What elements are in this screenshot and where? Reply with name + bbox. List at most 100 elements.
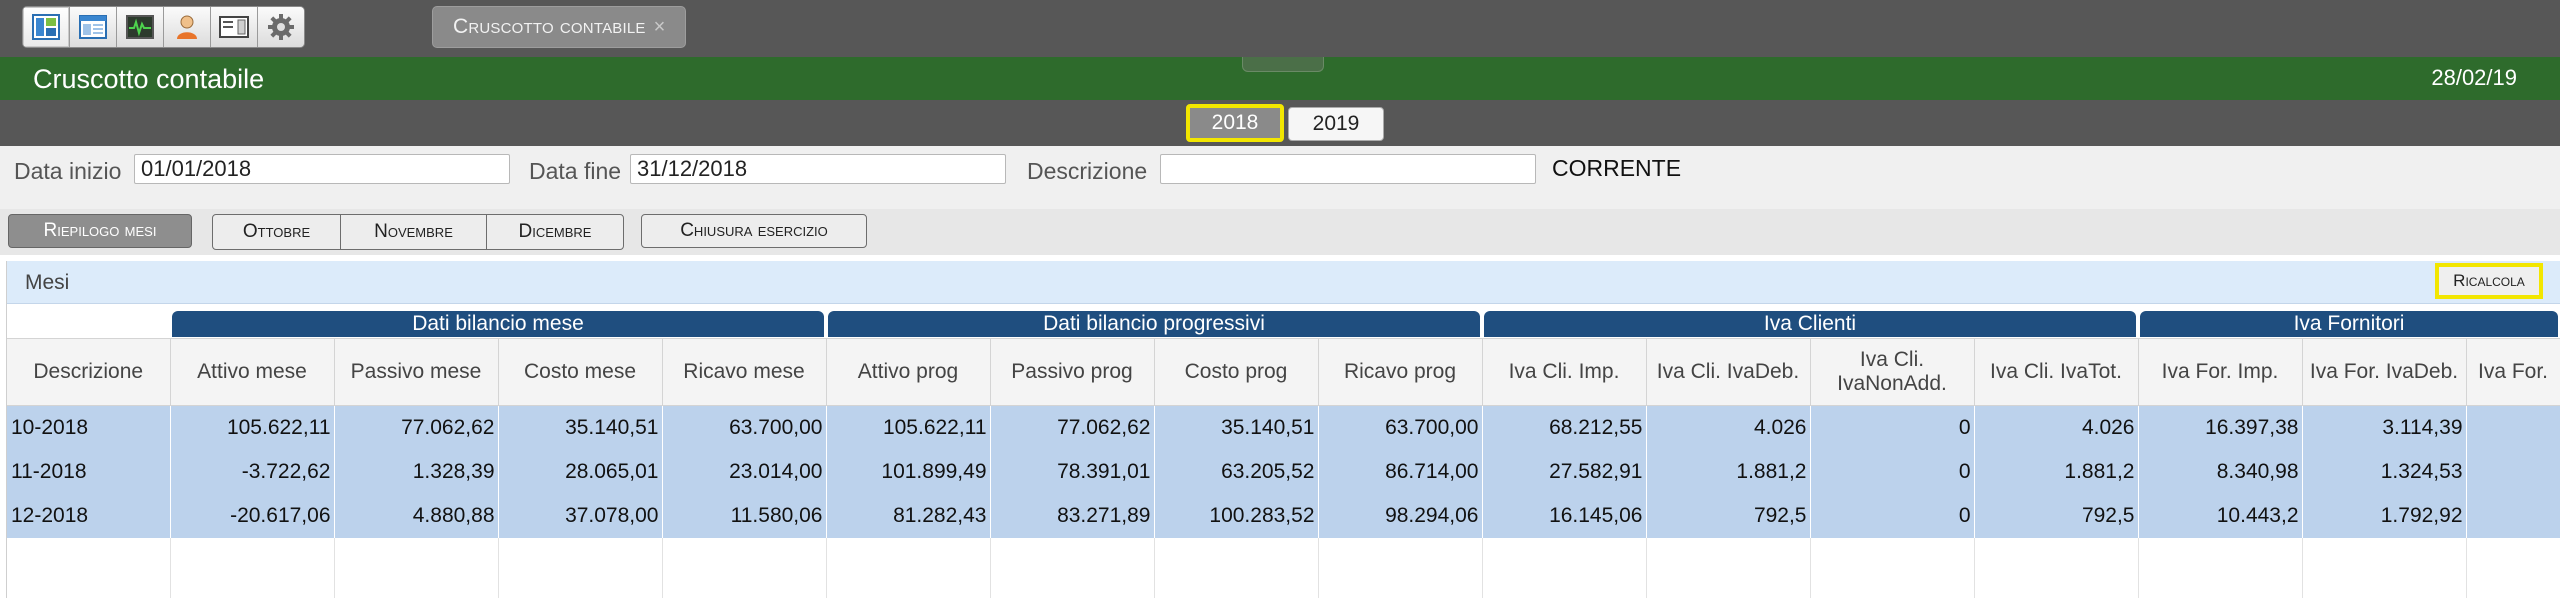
tab-chiusura-esercizio[interactable]: Chiusura esercizio: [641, 214, 867, 248]
column-header[interactable]: Passivo mese: [334, 338, 499, 406]
table-cell: 792,5: [1974, 494, 2139, 538]
tab-dicembre[interactable]: Dicembre: [487, 215, 623, 249]
layout-button[interactable]: [70, 7, 117, 47]
table-cell: 792,5: [1646, 494, 1811, 538]
column-header[interactable]: Costo mese: [498, 338, 663, 406]
column-group-row: Dati bilancio mese Dati bilancio progres…: [7, 310, 2560, 339]
column-header[interactable]: Iva Cli. IvaDeb.: [1646, 338, 1811, 406]
column-header[interactable]: Descrizione: [7, 338, 171, 406]
group-header-iva-fornitori: Iva Fornitori: [2138, 310, 2560, 339]
table-cell: 98.294,06: [1318, 494, 1483, 538]
data-inizio-label: Data inizio: [14, 158, 122, 184]
table-cell: [2466, 450, 2560, 494]
descrizione-field[interactable]: [1160, 154, 1536, 184]
column-header[interactable]: Iva Cli. Imp.: [1482, 338, 1647, 406]
card-icon: [219, 16, 249, 38]
monitor-icon: [126, 15, 154, 39]
table-cell: 1.881,2: [1646, 450, 1811, 494]
column-header[interactable]: Passivo prog: [990, 338, 1155, 406]
table-cell: 10.443,2: [2138, 494, 2303, 538]
column-header[interactable]: Iva Cli. IvaTot.: [1974, 338, 2139, 406]
group-spacer: [7, 310, 170, 339]
status-label: CORRENTE: [1552, 155, 1682, 181]
table-cell: 35.140,51: [498, 405, 663, 450]
table-cell: 16.145,06: [1482, 494, 1647, 538]
table-cell: 63.205,52: [1154, 450, 1319, 494]
tab-novembre[interactable]: Novembre: [341, 215, 487, 249]
column-header[interactable]: Ricavo mese: [662, 338, 827, 406]
column-header-row: Descrizione Attivo mese Passivo mese Cos…: [7, 338, 2560, 406]
table-cell: 35.140,51: [1154, 405, 1319, 450]
data-inizio-field[interactable]: 01/01/2018: [134, 154, 510, 184]
group-header-bilancio-progressivi: Dati bilancio progressivi: [826, 310, 1482, 339]
filter-row: Data inizio 01/01/2018 Data fine 31/12/2…: [0, 146, 2560, 210]
table-row[interactable]: 12-2018 -20.617,06 4.880,88 37.078,00 11…: [7, 494, 2560, 538]
table-cell: 10-2018: [7, 405, 171, 450]
settings-button[interactable]: [258, 7, 304, 47]
table-cell: 100.283,52: [1154, 494, 1319, 538]
document-tab[interactable]: Cruscotto contabile ×: [432, 6, 686, 48]
page-title: Cruscotto contabile: [33, 64, 265, 94]
group-header-iva-clienti: Iva Clienti: [1482, 310, 2138, 339]
table-cell: 0: [1810, 405, 1975, 450]
year-tab-2018[interactable]: 2018: [1186, 104, 1284, 142]
data-fine-label: Data fine: [529, 158, 622, 184]
collapse-handle[interactable]: [1242, 57, 1324, 72]
column-header[interactable]: Iva For. IvaDeb.: [2302, 338, 2467, 406]
header-date: 28/02/19: [2431, 65, 2517, 90]
data-table: Dati bilancio mese Dati bilancio progres…: [7, 310, 2560, 598]
table-cell: 1.792,92: [2302, 494, 2467, 538]
column-header[interactable]: Ricavo prog: [1318, 338, 1483, 406]
column-header[interactable]: Costo prog: [1154, 338, 1319, 406]
column-header[interactable]: Attivo mese: [170, 338, 335, 406]
year-tab-2019[interactable]: 2019: [1288, 107, 1384, 141]
table-cell: 101.899,49: [826, 450, 991, 494]
column-header[interactable]: Iva For.: [2466, 338, 2560, 406]
column-header[interactable]: Iva Cli. IvaNonAdd.: [1810, 338, 1975, 406]
table-cell: 0: [1810, 494, 1975, 538]
table-cell: 28.065,01: [498, 450, 663, 494]
card-button[interactable]: [211, 7, 258, 47]
table-cell: 105.622,11: [826, 405, 991, 450]
table-cell: [2466, 494, 2560, 538]
table-cell: -20.617,06: [170, 494, 335, 538]
table-cell: 4.880,88: [334, 494, 499, 538]
table-cell: 11-2018: [7, 450, 171, 494]
table-cell: 12-2018: [7, 494, 171, 538]
table-cell: 86.714,00: [1318, 450, 1483, 494]
data-fine-field[interactable]: 31/12/2018: [630, 154, 1006, 184]
user-button[interactable]: [164, 7, 211, 47]
close-icon[interactable]: ×: [654, 16, 666, 39]
column-header[interactable]: Attivo prog: [826, 338, 991, 406]
table-cell: 105.622,11: [170, 405, 335, 450]
tab-ottobre[interactable]: Ottobre: [213, 215, 341, 249]
column-header[interactable]: Iva For. Imp.: [2138, 338, 2303, 406]
table-cell: 81.282,43: [826, 494, 991, 538]
table-cell: 4.026: [1974, 405, 2139, 450]
table-cell: 37.078,00: [498, 494, 663, 538]
table-cell: 1.881,2: [1974, 450, 2139, 494]
table-cell: 27.582,91: [1482, 450, 1647, 494]
table-cell: 0: [1810, 450, 1975, 494]
group-header-bilancio-mese: Dati bilancio mese: [170, 310, 826, 339]
monitor-button[interactable]: [117, 7, 164, 47]
table-cell: 78.391,01: [990, 450, 1155, 494]
table-cell: 63.700,00: [1318, 405, 1483, 450]
dashboard-button[interactable]: [23, 7, 70, 47]
mesi-panel: Mesi Ricalcola Dati bilancio mese Dati b…: [6, 261, 2560, 598]
ricalcola-button[interactable]: Ricalcola: [2435, 263, 2543, 299]
tab-riepilogo-mesi[interactable]: Riepilogo mesi: [8, 214, 192, 248]
table-cell: 16.397,38: [2138, 405, 2303, 450]
table-row[interactable]: 11-2018 -3.722,62 1.328,39 28.065,01 23.…: [7, 450, 2560, 494]
month-tab-group: Ottobre Novembre Dicembre: [212, 214, 624, 250]
title-bar: Cruscotto contabile 28/02/19: [0, 57, 2560, 100]
dashboard-icon: [32, 14, 60, 40]
app-toolbar: Cruscotto contabile ×: [0, 0, 2560, 57]
table-cell: 83.271,89: [990, 494, 1155, 538]
table-cell: [2466, 405, 2560, 450]
table-row[interactable]: 10-2018 105.622,11 77.062,62 35.140,51 6…: [7, 405, 2560, 450]
table-cell: 77.062,62: [990, 405, 1155, 450]
table-cell: 1.328,39: [334, 450, 499, 494]
table-cell: 68.212,55: [1482, 405, 1647, 450]
table-cell: 8.340,98: [2138, 450, 2303, 494]
